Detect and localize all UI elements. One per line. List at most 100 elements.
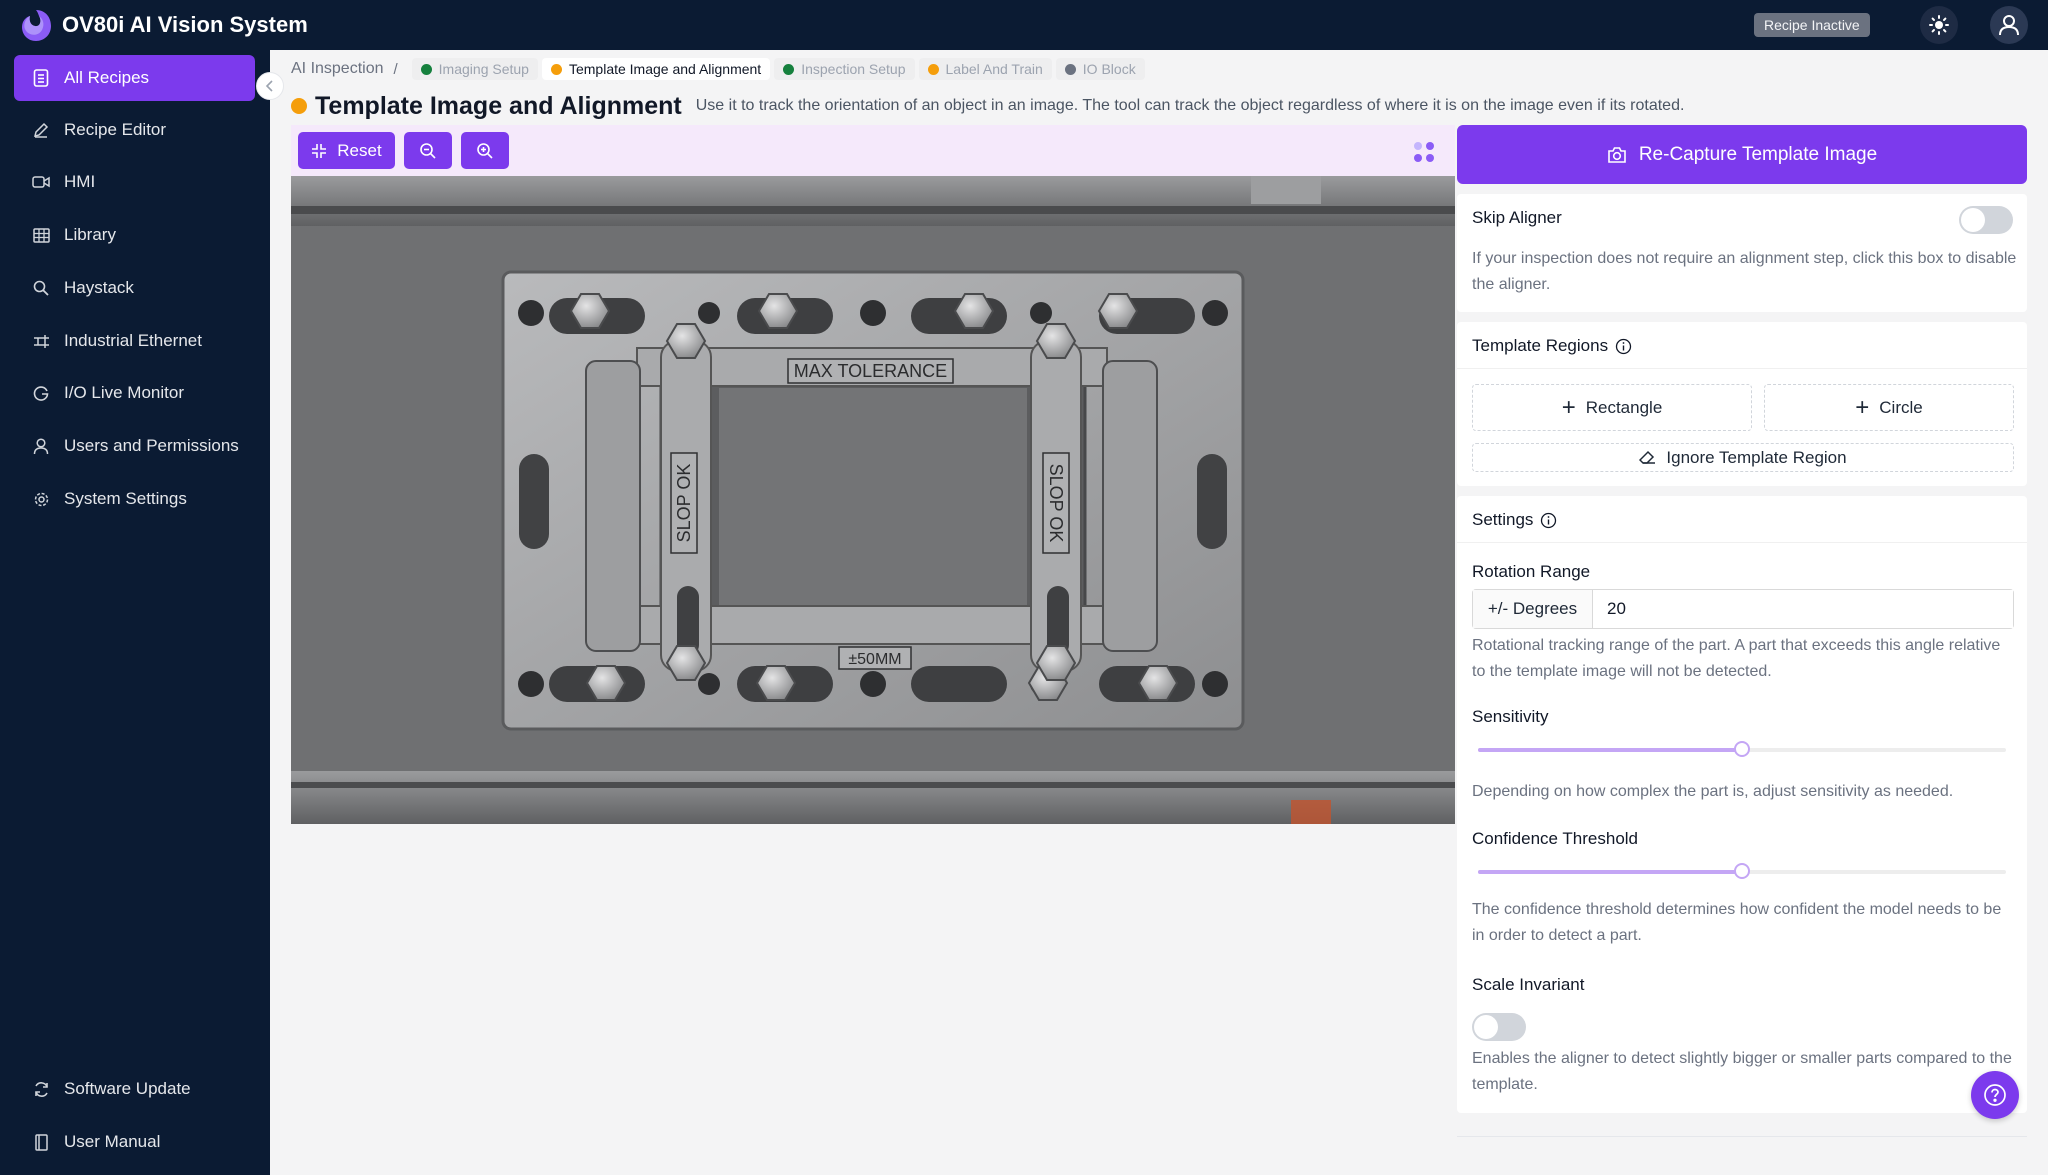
recapture-template-button[interactable]: Re-Capture Template Image (1457, 125, 2027, 184)
confidence-slider-track-fill (1478, 870, 1742, 874)
zoom-in-icon (477, 142, 493, 159)
confidence-threshold-label: Confidence Threshold (1472, 829, 1639, 848)
confidence-threshold-help: The confidence threshold determines how … (1472, 901, 2002, 944)
degrees-addon: +/- Degrees (1473, 590, 1593, 628)
step-tab-template-image-and-alignment[interactable]: Template Image and Alignment (541, 58, 771, 80)
template-image-canvas[interactable]: MAX TOLERANCE SLOP OK SLOP OK ±50MM (291, 176, 1455, 824)
user-icon (32, 437, 50, 455)
rotation-range-input[interactable] (1593, 590, 2013, 628)
ignore-template-region-button[interactable]: Ignore Template Region (1472, 443, 2014, 472)
confidence-threshold-slider[interactable] (1478, 863, 2006, 879)
image-toolbar: Reset (291, 125, 1455, 176)
app-logo-icon (22, 10, 51, 41)
sidebar-item-label: Haystack (64, 278, 134, 297)
sidebar-item-label: Industrial Ethernet (64, 331, 202, 350)
recapture-label: Re-Capture Template Image (1638, 143, 1878, 165)
sensitivity-help: Depending on how complex the part is, ad… (1472, 783, 1954, 800)
recipe-status-badge: Recipe Inactive (1754, 13, 1870, 37)
status-dot (1064, 63, 1076, 75)
loading-dots-icon (1414, 142, 1434, 162)
status-dot (783, 63, 795, 75)
add-rectangle-button[interactable]: + Rectangle (1472, 384, 1752, 431)
search-icon (32, 279, 50, 297)
sidebar-item-haystack[interactable]: Haystack (14, 265, 255, 311)
refresh-icon (32, 1080, 50, 1098)
page-title: Template Image and Alignment (315, 91, 682, 120)
sensitivity-slider-track-fill (1478, 748, 1742, 752)
reset-label: Reset (337, 140, 382, 160)
step-tab-imaging-setup[interactable]: Imaging Setup (411, 58, 538, 80)
info-icon[interactable] (1615, 338, 1632, 355)
step-label: Label And Train (945, 61, 1043, 77)
sidebar-item-recipe-editor[interactable]: Recipe Editor (14, 107, 255, 153)
theme-toggle-button[interactable] (1920, 6, 1958, 44)
step-tab-inspection-setup[interactable]: Inspection Setup (774, 58, 915, 80)
step-tab-label-and-train[interactable]: Label And Train (918, 58, 1052, 80)
step-tab-io-block[interactable]: IO Block (1055, 58, 1145, 80)
page-status-dot (291, 98, 307, 114)
breadcrumb: AI Inspection / Imaging Setup Template I… (291, 56, 1149, 82)
sidebar-item-label: HMI (64, 172, 96, 191)
add-circle-button[interactable]: + Circle (1764, 384, 2014, 431)
grid-table-icon (32, 226, 50, 244)
divider (1457, 368, 2027, 369)
scale-invariant-label: Scale Invariant (1472, 975, 1585, 994)
scale-invariant-toggle[interactable] (1472, 1013, 1526, 1041)
skip-aligner-help: If your inspection does not require an a… (1472, 250, 2017, 293)
breadcrumb-separator: / (393, 60, 398, 78)
divider (1457, 542, 2027, 543)
sidebar-item-label: Recipe Editor (64, 120, 167, 139)
template-regions-card: Template Regions + Rectangle + Circle Ig… (1457, 322, 2027, 486)
pencil-icon (32, 121, 50, 139)
zoom-out-button[interactable] (404, 132, 452, 169)
sidebar-item-label: Library (64, 225, 116, 244)
reset-button[interactable]: Reset (298, 132, 395, 169)
confidence-slider-handle[interactable] (1734, 863, 1750, 879)
user-avatar-button[interactable] (1990, 6, 2028, 44)
settings-title-text: Settings (1472, 510, 1534, 529)
info-icon[interactable] (1540, 512, 1557, 529)
sidebar-item-io-live-monitor[interactable]: I/O Live Monitor (14, 370, 255, 416)
gear-icon (32, 490, 50, 508)
sidebar-item-label: All Recipes (64, 68, 150, 87)
sidebar-item-all-recipes[interactable]: All Recipes (14, 55, 255, 101)
skip-aligner-label: Skip Aligner (1472, 208, 1562, 227)
sidebar-item-user-manual[interactable]: User Manual (14, 1119, 255, 1165)
rotation-range-input-group: +/- Degrees (1472, 589, 2014, 629)
monitor-g-icon (32, 384, 50, 402)
zoom-in-button[interactable] (461, 132, 509, 169)
settings-card: Settings Rotation Range +/- Degrees Rota… (1457, 496, 2027, 1113)
app-title: OV80i AI Vision System (62, 12, 308, 37)
sidebar-item-label: User Manual (64, 1132, 161, 1151)
status-dot (420, 63, 432, 75)
page-header: Template Image and Alignment Use it to t… (291, 90, 1684, 122)
template-regions-title-text: Template Regions (1472, 336, 1609, 355)
sidebar-item-software-update[interactable]: Software Update (14, 1066, 255, 1112)
template-regions-title: Template Regions (1472, 336, 1632, 356)
skip-aligner-toggle[interactable] (1959, 206, 2013, 234)
page-description: Use it to track the orientation of an ob… (695, 97, 1685, 114)
status-dot (927, 63, 939, 75)
user-icon (1999, 15, 2019, 36)
sidebar-item-label: Users and Permissions (64, 436, 239, 455)
sidebar-item-hmi[interactable]: HMI (14, 159, 255, 205)
sensitivity-slider-handle[interactable] (1734, 741, 1750, 757)
sidebar-item-users-and-permissions[interactable]: Users and Permissions (14, 423, 255, 469)
zoom-out-icon (420, 142, 436, 159)
document-list-icon (32, 69, 50, 87)
help-button[interactable] (1971, 1071, 2019, 1119)
divider (1457, 1136, 2027, 1137)
top-bar: OV80i AI Vision System Recipe Inactive (0, 0, 2048, 50)
sidebar-item-system-settings[interactable]: System Settings (14, 476, 255, 522)
image-label-right: SLOP OK (1046, 464, 1066, 543)
sidebar-item-industrial-ethernet[interactable]: Industrial Ethernet (14, 318, 255, 364)
step-label: IO Block (1082, 61, 1136, 77)
rotation-range-help: Rotational tracking range of the part. A… (1472, 637, 2001, 680)
sidebar-collapse-button[interactable] (256, 72, 284, 100)
video-icon (32, 173, 50, 191)
sidebar-item-library[interactable]: Library (14, 212, 255, 258)
sensitivity-slider[interactable] (1478, 741, 2006, 757)
rotation-range-label: Rotation Range (1472, 562, 1591, 581)
image-label-bottom: ±50MM (848, 651, 901, 668)
breadcrumb-root[interactable]: AI Inspection (291, 60, 384, 78)
